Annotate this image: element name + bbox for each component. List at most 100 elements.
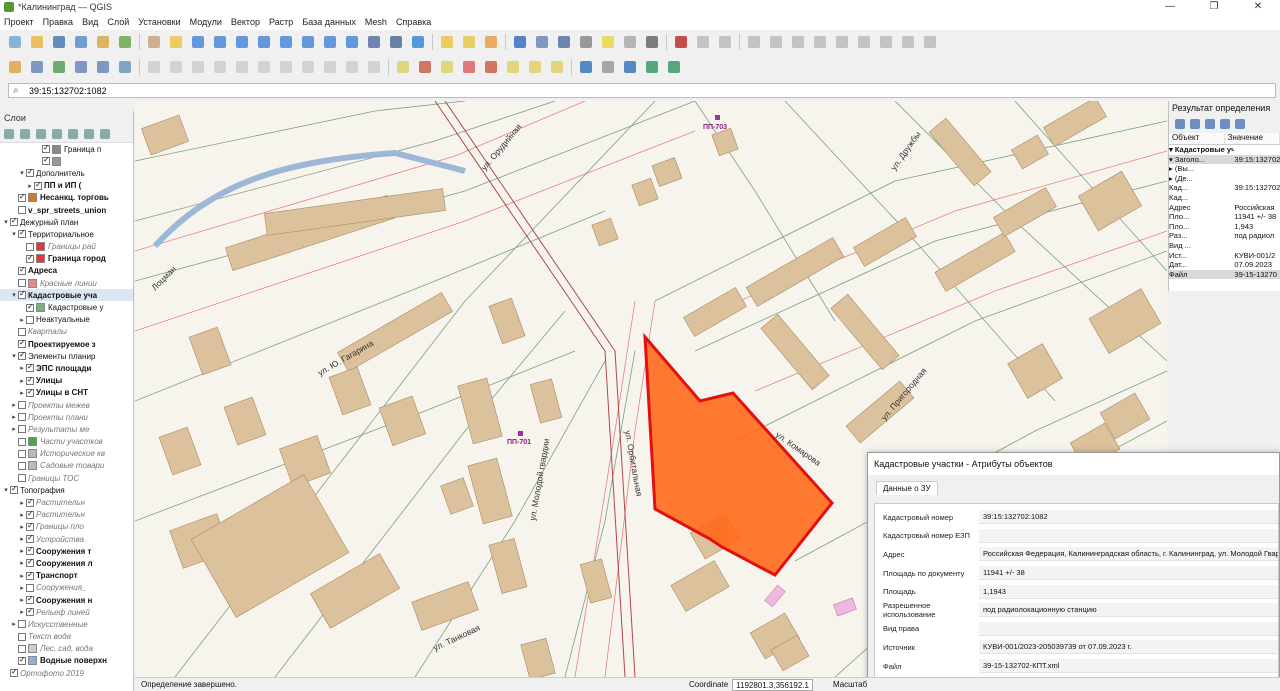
layer-row[interactable] bbox=[0, 155, 133, 167]
expand-arrow-icon[interactable]: ▾ bbox=[10, 230, 18, 238]
expand-arrow-icon[interactable]: ▸ bbox=[18, 559, 26, 567]
layer-visibility-checkbox[interactable] bbox=[26, 570, 34, 580]
magnet-snapping-icon[interactable] bbox=[672, 33, 690, 51]
layer-row[interactable]: Кадастровые у bbox=[0, 301, 133, 313]
expand-arrow-icon[interactable]: ▾ bbox=[2, 218, 10, 226]
digitize-1-icon[interactable] bbox=[745, 33, 763, 51]
layer-visibility-checkbox[interactable] bbox=[26, 387, 34, 397]
close-button[interactable]: ✕ bbox=[1236, 0, 1280, 14]
menu-view[interactable]: Вид bbox=[82, 17, 98, 27]
layer-visibility-checkbox[interactable] bbox=[18, 401, 26, 410]
attribute-value-field[interactable]: Российская Федерация, Калининградская об… bbox=[979, 547, 1278, 562]
identify-row[interactable]: Дат... 07.09.2023 bbox=[1169, 260, 1280, 270]
refresh-icon[interactable] bbox=[409, 33, 427, 51]
expand-arrow-icon[interactable]: ▾ bbox=[2, 486, 10, 494]
digitize-8-icon[interactable] bbox=[899, 33, 917, 51]
zoom-full-icon[interactable] bbox=[233, 33, 251, 51]
pan-hand-icon[interactable] bbox=[145, 33, 163, 51]
layer-visibility-checkbox[interactable] bbox=[18, 632, 26, 641]
digitize-4-icon[interactable] bbox=[811, 33, 829, 51]
layer-visibility-checkbox[interactable] bbox=[26, 167, 34, 178]
layer-visibility-checkbox[interactable] bbox=[26, 521, 34, 531]
identify-row[interactable]: Пло... 1,943 bbox=[1169, 222, 1280, 232]
expand-arrow-icon[interactable]: ▸ bbox=[18, 535, 26, 543]
layer-visibility-checkbox[interactable] bbox=[10, 216, 18, 227]
layer-row[interactable]: ▾ Дополнитель bbox=[0, 167, 133, 179]
layer-row[interactable]: Граница п bbox=[0, 143, 133, 155]
cut-features-icon[interactable] bbox=[277, 58, 295, 76]
layer-visibility-checkbox[interactable] bbox=[26, 302, 34, 312]
menu-mesh[interactable]: Mesh bbox=[365, 17, 387, 27]
layer-row[interactable]: ▸ Транспорт bbox=[0, 570, 133, 582]
layer-row[interactable]: ▸ Проекты межев bbox=[0, 399, 133, 411]
layer-visibility-checkbox[interactable] bbox=[18, 437, 26, 446]
deselect-icon[interactable] bbox=[482, 33, 500, 51]
collapse-tree-icon[interactable] bbox=[1190, 119, 1200, 129]
expand-arrow-icon[interactable]: ▾ bbox=[18, 169, 26, 177]
expand-arrow-icon[interactable]: ▸ bbox=[10, 620, 18, 628]
menu-help[interactable]: Справка bbox=[396, 17, 431, 27]
add-wms-icon[interactable] bbox=[94, 58, 112, 76]
copy-features-icon[interactable] bbox=[299, 58, 317, 76]
add-layer-icon[interactable] bbox=[28, 58, 46, 76]
layer-row[interactable]: ▸ Растительн bbox=[0, 496, 133, 508]
attribute-value-field[interactable] bbox=[979, 621, 1278, 636]
label-show-hide-icon[interactable] bbox=[482, 58, 500, 76]
filter-legend-icon[interactable] bbox=[52, 128, 62, 139]
layer-visibility-checkbox[interactable] bbox=[26, 362, 34, 373]
attribute-value-field[interactable]: 39-15-132702-КПТ.xml bbox=[979, 659, 1278, 674]
layer-row[interactable]: Водные поверхн bbox=[0, 655, 133, 667]
label-move-icon[interactable] bbox=[504, 58, 522, 76]
digitize-3-icon[interactable] bbox=[789, 33, 807, 51]
identify-row[interactable]: Раз... под радиол bbox=[1169, 231, 1280, 241]
layer-row[interactable]: ▸ Результаты ме bbox=[0, 423, 133, 435]
minimize-button[interactable]: — bbox=[1148, 0, 1192, 14]
label-unpin-icon[interactable] bbox=[460, 58, 478, 76]
layer-visibility-checkbox[interactable] bbox=[26, 253, 34, 263]
expand-arrow-icon[interactable]: ▾ bbox=[10, 291, 18, 299]
expand-arrow-icon[interactable]: ▾ bbox=[10, 352, 18, 360]
layer-row[interactable]: ▾ Дежурный план bbox=[0, 216, 133, 228]
layer-row[interactable]: ▸ Рельеф линей bbox=[0, 606, 133, 618]
expand-arrow-icon[interactable]: ▸ bbox=[18, 499, 26, 507]
layer-row[interactable]: v_spr_streets_union bbox=[0, 204, 133, 216]
expand-arrow-icon[interactable]: ▸ bbox=[10, 401, 18, 409]
edit-pencil-icon[interactable] bbox=[145, 58, 163, 76]
save-edits-icon[interactable] bbox=[189, 58, 207, 76]
layer-row[interactable]: Проектируемое з bbox=[0, 338, 133, 350]
layer-row[interactable]: Части участков bbox=[0, 436, 133, 448]
menu-vector[interactable]: Вектор bbox=[231, 17, 260, 27]
layer-visibility-checkbox[interactable] bbox=[18, 413, 26, 422]
identify-row[interactable]: Кад... 39:15:132702 bbox=[1169, 183, 1280, 193]
attribute-value-field[interactable]: под радиолокационную станцию bbox=[979, 603, 1278, 618]
menu-edit[interactable]: Правка bbox=[43, 17, 73, 27]
coordinate-field[interactable]: 1192801.3,356192.1 bbox=[732, 678, 813, 691]
identify-row[interactable]: Ист... КУВИ-001/2 bbox=[1169, 251, 1280, 261]
label-highlight-icon[interactable] bbox=[416, 58, 434, 76]
redo-icon[interactable] bbox=[365, 58, 383, 76]
identify-row[interactable]: Вид ... bbox=[1169, 241, 1280, 251]
attribute-value-field[interactable]: КУВИ-001/2023-205039739 от 07.09.2023 г. bbox=[979, 640, 1278, 655]
layer-visibility-checkbox[interactable] bbox=[18, 228, 26, 239]
zoom-native-icon[interactable] bbox=[299, 33, 317, 51]
tracing-icon[interactable] bbox=[716, 33, 734, 51]
layer-visibility-checkbox[interactable] bbox=[26, 594, 34, 605]
identify-row[interactable]: ▾ Заголо... 39:15:132702 bbox=[1169, 154, 1280, 165]
layer-row[interactable]: ▸ Сооружения л bbox=[0, 557, 133, 569]
menu-layer[interactable]: Слой bbox=[107, 17, 129, 27]
expand-new-icon[interactable] bbox=[1205, 119, 1215, 129]
menu-project[interactable]: Проект bbox=[4, 17, 34, 27]
bookmarks-icon[interactable] bbox=[621, 33, 639, 51]
expand-arrow-icon[interactable]: ▸ bbox=[18, 584, 26, 592]
expand-arrow-icon[interactable]: ▸ bbox=[18, 377, 26, 385]
delete-selected-icon[interactable] bbox=[255, 58, 273, 76]
layer-row[interactable]: Границы ТОС bbox=[0, 472, 133, 484]
layer-visibility-checkbox[interactable] bbox=[26, 557, 34, 568]
menu-raster[interactable]: Растр bbox=[269, 17, 293, 27]
menu-database[interactable]: База данных bbox=[302, 17, 356, 27]
undo-icon[interactable] bbox=[343, 58, 361, 76]
expand-arrow-icon[interactable]: ▸ bbox=[10, 413, 18, 421]
new-project-icon[interactable] bbox=[6, 33, 24, 51]
save-project-icon[interactable] bbox=[50, 33, 68, 51]
layer-row[interactable]: ▸ Улицы в СНТ bbox=[0, 387, 133, 399]
